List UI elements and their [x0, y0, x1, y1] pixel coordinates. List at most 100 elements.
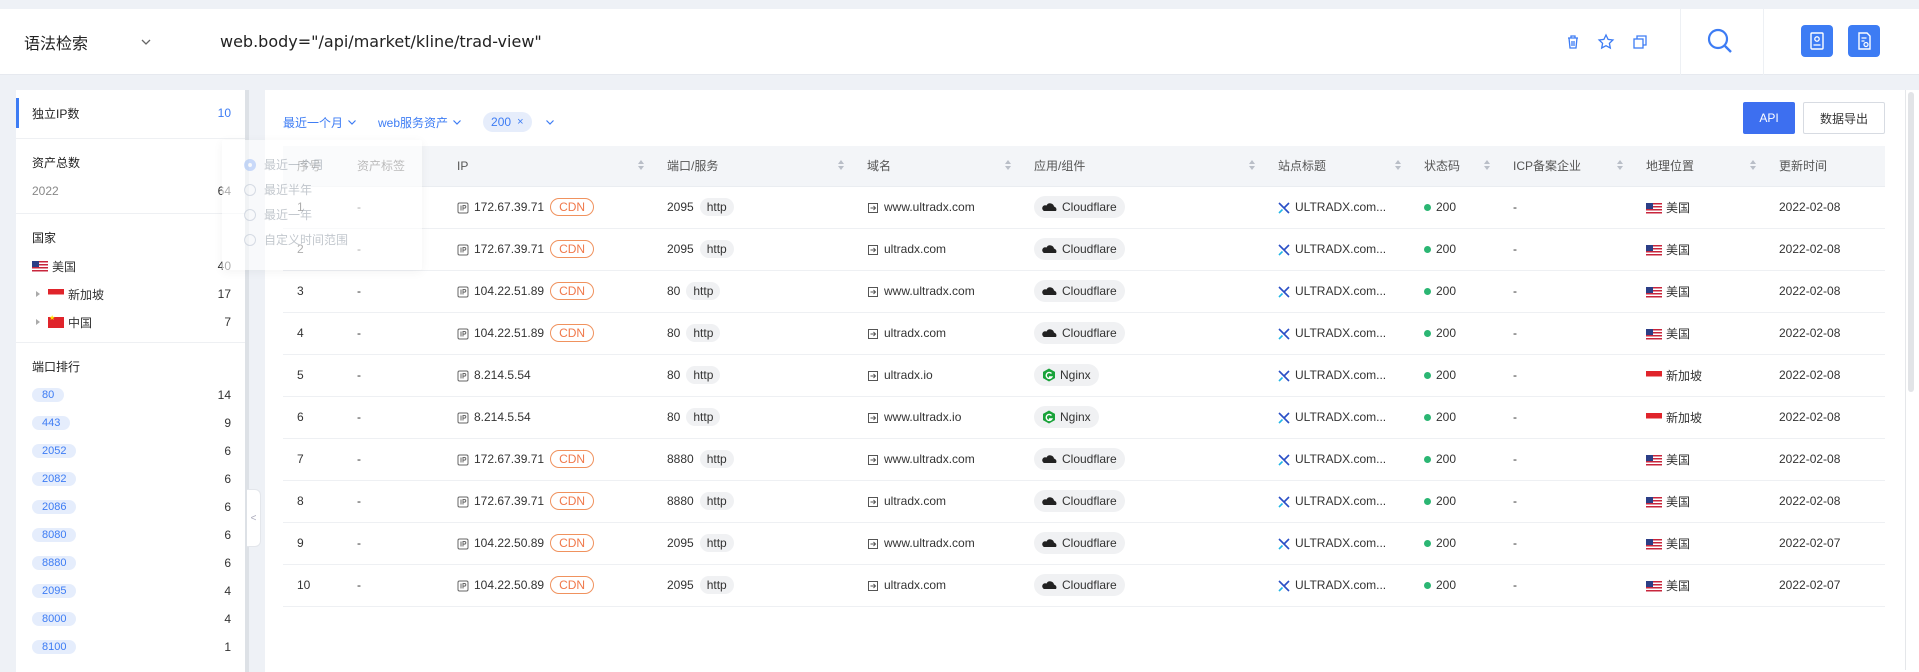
table-row[interactable]: 9-104.22.50.89 CDN 2095 http www.ultradx.com…: [283, 522, 1885, 565]
port-item[interactable]: 2052 6: [16, 437, 247, 465]
country-item-sg[interactable]: 新加坡 17: [16, 280, 247, 308]
column-header[interactable]: ICP备案企业: [1499, 146, 1632, 187]
external-link-icon[interactable]: [867, 580, 879, 592]
column-header[interactable]: 站点标题: [1264, 146, 1410, 187]
time-range-option[interactable]: 自定义时间范围: [222, 227, 422, 252]
component-tag[interactable]: Cloudflare: [1034, 490, 1125, 512]
table-row[interactable]: 6-8.214.5.54 80 http www.ultradx.io Nginx ULT…: [283, 396, 1885, 439]
external-link-icon[interactable]: [867, 412, 879, 424]
port-item[interactable]: 80 14: [16, 381, 247, 409]
port-item[interactable]: 8080 6: [16, 521, 247, 549]
syntax-select[interactable]: 语法检索: [24, 9, 151, 75]
star-icon[interactable]: [1596, 32, 1616, 52]
port-number[interactable]: 80: [667, 284, 680, 298]
component-tag[interactable]: Cloudflare: [1034, 448, 1125, 470]
port-item[interactable]: 8880 6: [16, 549, 247, 577]
table-row[interactable]: 5-8.214.5.54 80 http ultradx.io Nginx ULTRADX…: [283, 354, 1885, 397]
ip-address[interactable]: 104.22.51.89: [474, 326, 544, 340]
external-link-icon[interactable]: [867, 496, 879, 508]
ip-address[interactable]: 104.22.50.89: [474, 536, 544, 550]
table-row[interactable]: 4-104.22.51.89 CDN 80 http ultradx.com Cloudf…: [283, 312, 1885, 355]
port-number[interactable]: 2095: [667, 242, 694, 256]
radio-icon[interactable]: [244, 208, 256, 221]
port-pill[interactable]: 2082: [32, 472, 77, 486]
domain-link[interactable]: www.ultradx.io: [884, 410, 961, 424]
domain-link[interactable]: www.ultradx.com: [884, 200, 975, 214]
sort-icon[interactable]: [1248, 159, 1256, 171]
domain-link[interactable]: ultradx.com: [884, 494, 946, 508]
port-item[interactable]: 2095 4: [16, 577, 247, 605]
close-icon[interactable]: ×: [517, 116, 523, 128]
port-pill[interactable]: 80: [32, 388, 65, 402]
ip-address[interactable]: 172.67.39.71: [474, 242, 544, 256]
ip-address[interactable]: 172.67.39.71: [474, 452, 544, 466]
sort-icon[interactable]: [1394, 159, 1402, 171]
port-number[interactable]: 80: [667, 410, 680, 424]
ip-address[interactable]: 104.22.50.89: [474, 578, 544, 592]
asset-type-filter[interactable]: web服务资产: [378, 114, 463, 131]
component-tag[interactable]: Cloudflare: [1034, 196, 1125, 218]
table-row[interactable]: 3-104.22.51.89 CDN 80 http www.ultradx.com Cl…: [283, 270, 1885, 313]
table-row[interactable]: 2-172.67.39.71CDN2095httpultradx.comClou…: [283, 228, 1885, 271]
domain-link[interactable]: www.ultradx.com: [884, 536, 975, 550]
component-tag[interactable]: Cloudflare: [1034, 574, 1125, 596]
trash-icon[interactable]: [1563, 32, 1583, 52]
table-row[interactable]: 8-172.67.39.71 CDN 8880 http ultradx.com Clou…: [283, 480, 1885, 523]
column-header[interactable]: IP: [443, 146, 653, 187]
radio-icon[interactable]: [244, 183, 256, 196]
port-item[interactable]: 2086 6: [16, 493, 247, 521]
port-item[interactable]: 443 9: [16, 409, 247, 437]
sort-icon[interactable]: [637, 159, 645, 171]
collapse-sidebar-button[interactable]: <: [247, 489, 261, 547]
export-button[interactable]: 数据导出: [1803, 102, 1885, 134]
ip-address[interactable]: 104.22.51.89: [474, 284, 544, 298]
port-number[interactable]: 8880: [667, 494, 694, 508]
port-pill[interactable]: 2086: [32, 500, 77, 514]
column-header[interactable]: 域名: [853, 146, 1020, 187]
country-item-us[interactable]: 美国 40: [16, 252, 247, 280]
column-header[interactable]: 端口/服务: [653, 146, 853, 187]
external-link-icon[interactable]: [867, 538, 879, 550]
time-range-filter[interactable]: 最近一个月: [283, 114, 358, 131]
ip-address[interactable]: 8.214.5.54: [474, 368, 531, 382]
external-link-icon[interactable]: [867, 286, 879, 298]
port-number[interactable]: 2095: [667, 536, 694, 550]
domain-link[interactable]: ultradx.io: [884, 368, 933, 382]
table-row[interactable]: 7-172.67.39.71 CDN 8880 http www.ultradx.com…: [283, 438, 1885, 481]
component-tag[interactable]: Cloudflare: [1034, 280, 1125, 302]
scrollbar-thumb[interactable]: [1908, 92, 1914, 392]
asset-total-row[interactable]: 2022 64: [16, 177, 247, 205]
domain-link[interactable]: www.ultradx.com: [884, 284, 975, 298]
external-link-icon[interactable]: [867, 328, 879, 340]
time-range-option[interactable]: 最近半年: [222, 177, 422, 202]
sort-icon[interactable]: [1004, 159, 1012, 171]
port-item[interactable]: 8100 1: [16, 633, 247, 661]
domain-link[interactable]: ultradx.com: [884, 326, 946, 340]
column-header[interactable]: 应用/组件: [1020, 146, 1264, 187]
ip-address[interactable]: 172.67.39.71: [474, 200, 544, 214]
external-link-icon[interactable]: [867, 202, 879, 214]
domain-link[interactable]: www.ultradx.com: [884, 452, 975, 466]
country-item-cn[interactable]: 中国 7: [16, 308, 247, 336]
expand-icon[interactable]: [36, 291, 40, 297]
external-link-icon[interactable]: [867, 370, 879, 382]
port-item[interactable]: 8000 4: [16, 605, 247, 633]
radio-icon[interactable]: [244, 158, 256, 171]
port-pill[interactable]: 443: [32, 416, 71, 430]
port-pill[interactable]: 8080: [32, 528, 77, 542]
component-tag[interactable]: Cloudflare: [1034, 238, 1125, 260]
sort-icon[interactable]: [1483, 159, 1491, 171]
column-header[interactable]: 状态码: [1410, 146, 1499, 187]
bookmark-button[interactable]: [1801, 25, 1833, 57]
ip-address[interactable]: 172.67.39.71: [474, 494, 544, 508]
sort-icon[interactable]: [1749, 159, 1757, 171]
query-input[interactable]: web.body="/api/market/kline/trad-view": [220, 9, 542, 75]
api-button[interactable]: API: [1743, 102, 1795, 134]
table-row[interactable]: 10-104.22.50.89 CDN 2095 http ultradx.com Clo…: [283, 564, 1885, 607]
port-pill[interactable]: 2052: [32, 444, 77, 458]
expand-icon[interactable]: [36, 319, 40, 325]
port-pill[interactable]: 8000: [32, 612, 77, 626]
search-icon[interactable]: [1706, 27, 1734, 55]
port-number[interactable]: 80: [667, 326, 680, 340]
ip-address[interactable]: 8.214.5.54: [474, 410, 531, 424]
